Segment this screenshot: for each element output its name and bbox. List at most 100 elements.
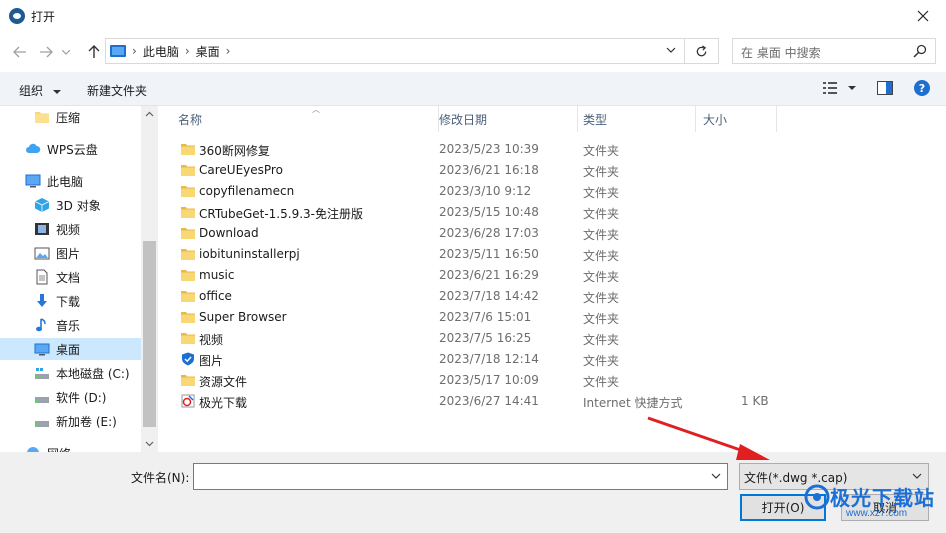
file-row[interactable]: 资源文件 2023/5/17 10:09 文件夹 <box>175 370 775 391</box>
sidebar-item-music[interactable]: 音乐 <box>34 314 80 336</box>
file-type: 文件夹 <box>583 354 620 368</box>
forward-button[interactable] <box>36 42 56 62</box>
scroll-down-icon[interactable] <box>141 435 158 452</box>
sidebar-item-wps-cloud[interactable]: WPS云盘 <box>25 138 98 160</box>
view-options-button[interactable] <box>822 81 856 98</box>
sidebar-item-label: 下载 <box>56 294 81 309</box>
sidebar-item-local-disk-c[interactable]: 本地磁盘 (C:) <box>34 362 130 384</box>
sidebar-item-label: 压缩 <box>56 110 81 125</box>
shield-folder-icon <box>181 352 195 366</box>
folder-icon <box>181 373 195 387</box>
sidebar-item-documents[interactable]: 文档 <box>34 266 80 288</box>
file-type: 文件夹 <box>583 249 620 263</box>
file-date: 2023/5/15 10:48 <box>439 205 539 219</box>
column-header-name[interactable]: ︿ 名称 <box>172 105 439 132</box>
file-size: 1 KB <box>741 394 769 408</box>
sidebar-item-downloads[interactable]: 下载 <box>34 290 80 312</box>
chevron-down-icon[interactable] <box>666 45 676 55</box>
file-date: 2023/5/11 16:50 <box>439 247 539 261</box>
sidebar-item-this-pc[interactable]: 此电脑 <box>25 170 83 192</box>
file-date: 2023/5/23 10:39 <box>439 142 539 156</box>
close-button[interactable] <box>900 0 946 32</box>
sidebar-item-drive-d[interactable]: 软件 (D:) <box>34 386 106 408</box>
sidebar-item-label: 此电脑 <box>47 174 84 189</box>
sidebar-item-label: 音乐 <box>56 318 81 333</box>
folder-icon <box>34 109 50 125</box>
chevron-down-icon <box>62 49 70 55</box>
folder-icon <box>181 289 195 303</box>
column-header-label: 类型 <box>583 112 608 127</box>
file-row[interactable]: 360断网修复 2023/5/23 10:39 文件夹 <box>175 139 775 160</box>
new-folder-button[interactable]: 新建文件夹 <box>87 82 147 99</box>
file-type: 文件夹 <box>583 144 620 158</box>
sidebar-item-label: 图片 <box>56 246 81 261</box>
chevron-down-icon[interactable] <box>711 471 721 481</box>
file-row[interactable]: CRTubeGet-1.5.9.3-免注册版 2023/5/15 10:48 文件夹 <box>175 202 775 223</box>
navigation-pane: 压缩 WPS云盘 此电脑 3D 对象 视频 图片 文档 下载 音乐 桌面 本地磁… <box>0 106 158 452</box>
file-type: Internet 快捷方式 <box>583 396 683 410</box>
refresh-icon <box>696 44 707 56</box>
search-input[interactable]: 在 桌面 中搜索 <box>732 38 936 64</box>
organize-label: 组织 <box>19 84 44 98</box>
cloud-icon <box>25 141 41 157</box>
column-header-size[interactable]: 大小 <box>697 106 777 132</box>
sidebar-item-desktop[interactable]: 桌面 <box>0 338 141 360</box>
scrollbar-thumb[interactable] <box>143 241 156 427</box>
preview-pane-button[interactable] <box>877 81 893 98</box>
breadcrumb-item-this-pc[interactable]: 此电脑 <box>143 43 179 60</box>
file-row[interactable]: copyfilenamecn 2023/3/10 9:12 文件夹 <box>175 181 775 202</box>
column-header-date[interactable]: 修改日期 <box>433 106 578 132</box>
refresh-button[interactable] <box>685 38 719 64</box>
breadcrumb-item-desktop[interactable]: 桌面 <box>196 43 220 60</box>
file-row[interactable]: CareUEyesPro 2023/6/21 16:18 文件夹 <box>175 160 775 181</box>
drive-icon <box>34 389 50 405</box>
file-row[interactable]: 图片 2023/7/18 12:14 文件夹 <box>175 349 775 370</box>
sidebar-item-network[interactable]: 网络 <box>25 442 71 452</box>
folder-icon <box>181 310 195 324</box>
file-row[interactable]: Super Browser 2023/7/6 15:01 文件夹 <box>175 307 775 328</box>
up-button[interactable] <box>84 42 104 62</box>
sidebar-item-pictures[interactable]: 图片 <box>34 242 80 264</box>
scroll-up-icon[interactable] <box>141 106 158 123</box>
file-row[interactable]: Download 2023/6/28 17:03 文件夹 <box>175 223 775 244</box>
address-bar[interactable]: › 此电脑 › 桌面 › <box>105 38 685 64</box>
organize-menu[interactable]: 组织 <box>19 82 61 99</box>
arrow-left-icon <box>13 46 26 58</box>
sidebar-scrollbar[interactable] <box>141 106 158 452</box>
file-row[interactable]: music 2023/6/21 16:29 文件夹 <box>175 265 775 286</box>
sidebar-item-compress[interactable]: 压缩 <box>34 106 80 128</box>
file-row[interactable]: 极光下载 2023/6/27 14:41 Internet 快捷方式 1 KB <box>175 391 775 412</box>
column-header-type[interactable]: 类型 <box>577 106 696 132</box>
filename-input[interactable] <box>193 463 728 490</box>
file-date: 2023/3/10 9:12 <box>439 184 532 198</box>
file-type: 文件夹 <box>583 207 620 221</box>
sidebar-item-3d-objects[interactable]: 3D 对象 <box>34 194 101 216</box>
file-date: 2023/7/18 12:14 <box>439 352 539 366</box>
file-type: 文件夹 <box>583 270 620 284</box>
desktop-icon <box>34 341 50 357</box>
sidebar-item-videos[interactable]: 视频 <box>34 218 80 240</box>
watermark-text: 极光下载站 <box>830 486 935 510</box>
preview-pane-icon <box>877 81 893 95</box>
recent-locations-button[interactable] <box>60 42 72 62</box>
file-row[interactable]: 视频 2023/7/5 16:25 文件夹 <box>175 328 775 349</box>
help-button[interactable]: ? <box>914 80 930 99</box>
computer-icon <box>110 45 126 57</box>
video-icon <box>34 221 50 237</box>
sidebar-item-label: 桌面 <box>56 342 81 357</box>
watermark-url: www.xz7.com <box>846 508 908 519</box>
file-name: CRTubeGet-1.5.9.3-免注册版 <box>199 207 363 221</box>
search-placeholder: 在 桌面 中搜索 <box>741 46 821 60</box>
title-bar: 打开 <box>0 0 946 32</box>
back-button[interactable] <box>10 42 30 62</box>
file-row[interactable]: iobituninstallerpj 2023/5/11 16:50 文件夹 <box>175 244 775 265</box>
folder-icon <box>181 184 195 198</box>
file-row[interactable]: office 2023/7/18 14:42 文件夹 <box>175 286 775 307</box>
file-date: 2023/7/5 16:25 <box>439 331 532 345</box>
network-icon <box>25 445 41 452</box>
folder-icon <box>181 163 195 177</box>
sidebar-item-label: WPS云盘 <box>47 142 98 157</box>
watermark: 极光下载站 www.xz7.com <box>804 478 946 533</box>
file-name: Download <box>199 226 259 240</box>
sidebar-item-drive-e[interactable]: 新加卷 (E:) <box>34 410 117 432</box>
